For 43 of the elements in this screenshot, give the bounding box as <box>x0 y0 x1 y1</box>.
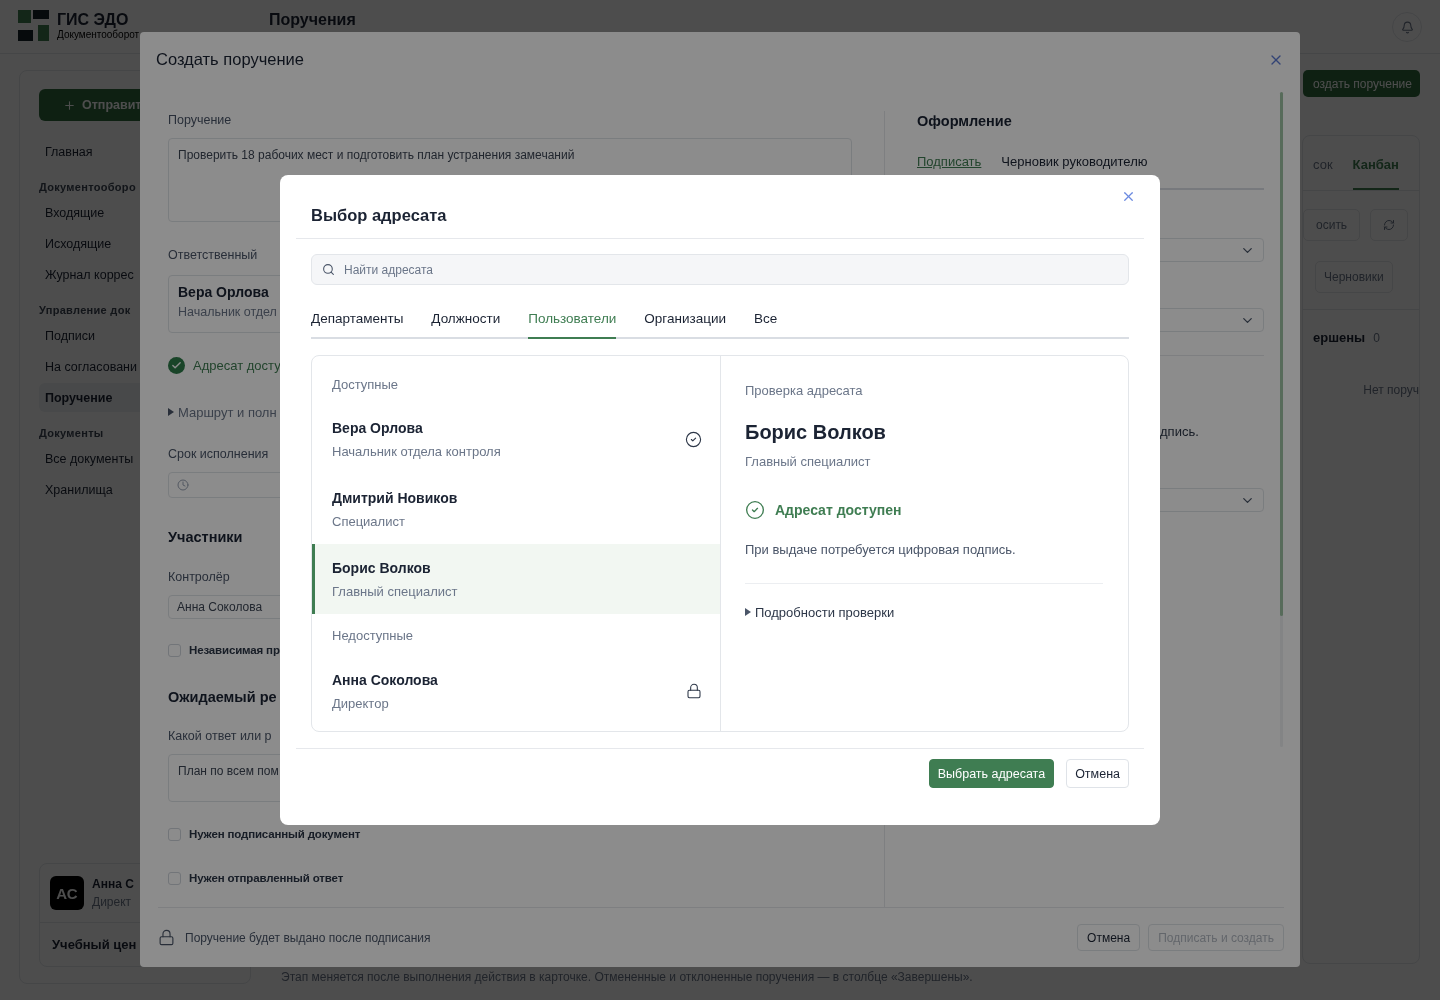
checkbox-label: Нужен подписанный документ <box>189 828 361 840</box>
column-title: ершены <box>1313 330 1366 345</box>
dialog-title: Выбор адресата <box>311 205 447 225</box>
detail-caption: Проверка адресата <box>745 382 864 400</box>
field-label: Срок исполнения <box>168 446 269 463</box>
user-avatar: АС <box>50 876 84 910</box>
responsible-role: Начальник отдел <box>178 305 277 319</box>
field-label: Какой ответ или р <box>168 728 272 745</box>
signature-note: дпись. <box>1159 424 1200 440</box>
sidebar-section-label: Документооборо <box>39 180 136 195</box>
field-label: Ответственный <box>168 247 258 264</box>
availability-status: Адресат доступен <box>775 502 902 518</box>
group-label: Доступные <box>331 376 400 394</box>
organization-name: Учебный цен <box>52 937 137 952</box>
group-label: Недоступные <box>331 627 415 645</box>
dialog-title: Создать поручение <box>156 50 304 69</box>
detail-name: Борис Волков <box>745 420 887 444</box>
section-heading: Оформление <box>917 112 1012 131</box>
sidebar-section-label: Документы <box>39 426 104 441</box>
checkbox-label: Независимая пр <box>189 644 280 656</box>
recipient-name: Дмитрий Новиков <box>332 488 459 507</box>
detail-note: При выдаче потребуется цифровая подпись. <box>745 541 1017 559</box>
checkbox-label: Нужен отправленный ответ <box>189 872 344 884</box>
page-title: Поручения <box>269 10 356 30</box>
recipient-role: Главный специалист <box>332 582 459 600</box>
recipient-role: Директор <box>332 694 390 712</box>
footer-hint: Поручение будет выдано после подписания <box>185 930 431 945</box>
recipient-role: Специалист <box>332 512 406 530</box>
field-label: Контролёр <box>168 569 230 586</box>
recipient-name: Борис Волков <box>332 558 432 577</box>
recipient-role: Начальник отдела контроля <box>332 442 502 460</box>
sidebar-section-label: Управление док <box>39 303 131 318</box>
availability-status: Адресат досту <box>193 357 281 373</box>
recipient-name: Анна Соколова <box>332 670 439 689</box>
detail-role: Главный специалист <box>745 453 872 471</box>
field-label: Поручение <box>168 112 232 129</box>
app-title: ГИС ЭДО <box>57 10 130 29</box>
user-name: Анна С <box>92 877 134 891</box>
section-heading: Ожидаемый ре <box>168 688 277 707</box>
app-subtitle: Документооборот <box>57 28 140 41</box>
section-heading: Участники <box>168 528 243 547</box>
responsible-name: Вера Орлова <box>178 284 269 300</box>
recipient-name: Вера Орлова <box>332 418 424 437</box>
